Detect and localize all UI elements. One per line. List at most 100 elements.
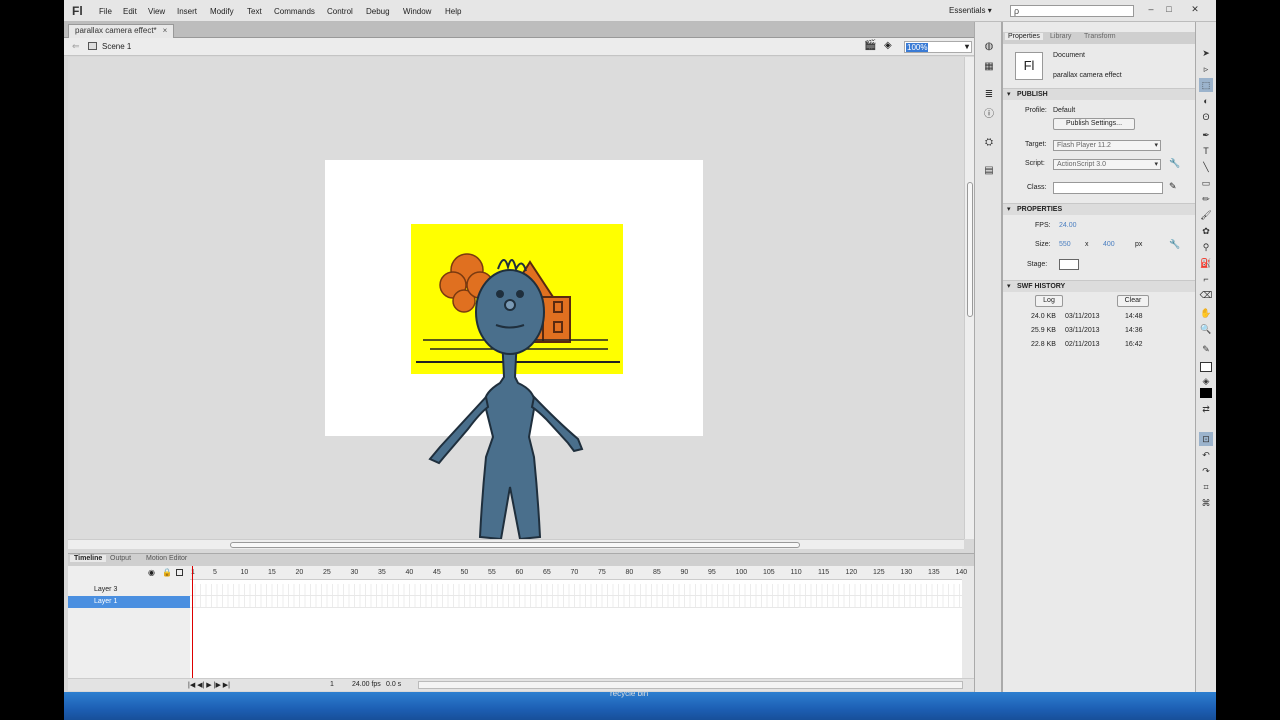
hand-tool-icon[interactable]: ✋ [1199,306,1213,320]
pencil-icon[interactable]: ✎ [1169,181,1177,192]
help-search-input[interactable]: ρ [1010,5,1134,17]
layer-row-3[interactable]: Layer 3 [68,584,190,596]
tab-transform[interactable]: Transform [1081,33,1119,40]
stage-color-swatch[interactable] [1059,259,1079,270]
clear-button[interactable]: Clear [1117,295,1149,307]
class-input[interactable] [1053,182,1163,194]
rectangle-tool-icon[interactable]: ▭ [1199,176,1213,190]
option-icon[interactable]: ⌗ [1199,480,1213,494]
frame-row[interactable] [190,596,962,608]
outline-icon[interactable] [176,569,183,576]
menu-window[interactable]: Window [403,7,431,16]
color-panel-icon[interactable]: ◍ [981,40,997,54]
timeline-scrollbar[interactable] [418,681,963,689]
tab-output[interactable]: Output [106,555,135,562]
tab-motion-editor[interactable]: Motion Editor [142,555,191,562]
menu-commands[interactable]: Commands [274,7,315,16]
zoom-tool-icon[interactable]: 🔍 [1199,322,1213,336]
frame-row[interactable] [190,584,962,596]
selection-tool-icon[interactable]: ➤ [1199,46,1213,60]
horizontal-scroll-thumb[interactable] [230,542,800,548]
layer-row-1[interactable]: Layer 1 [68,596,190,608]
frame-tick: 130 [900,569,913,576]
brush-tool-icon[interactable]: 🖌 [1199,208,1213,222]
menu-control[interactable]: Control [327,7,353,16]
fill-color-icon[interactable]: ◈ [1199,374,1213,388]
wrench-icon[interactable]: 🔧 [1169,158,1180,169]
tab-library[interactable]: Library [1047,33,1074,40]
eye-icon[interactable]: ◉ [148,568,155,577]
zoom-select[interactable]: 100% ▾ [904,41,972,53]
playhead[interactable] [192,566,193,678]
playback-controls[interactable]: |◀ ◀| ▶ |▶ ▶| [188,681,230,689]
menu-edit[interactable]: Edit [123,7,137,16]
menu-view[interactable]: View [148,7,165,16]
text-tool-icon[interactable]: T [1199,144,1213,158]
components-icon[interactable]: ⛭ [981,136,997,150]
width-value[interactable]: 550 [1059,241,1071,248]
3d-rotation-tool-icon[interactable]: ◐ [1199,94,1213,108]
close-window-button[interactable]: ✕ [1188,2,1202,16]
edit-symbols-icon[interactable]: ◈ [884,40,892,51]
stage-pasteboard[interactable] [68,57,964,539]
smooth-icon[interactable]: ↶ [1199,448,1213,462]
stroke-swatch[interactable] [1200,362,1212,372]
deco-tool-icon[interactable]: ✿ [1199,224,1213,238]
menu-file[interactable]: File [99,7,112,16]
eraser-tool-icon[interactable]: ⌫ [1199,288,1213,302]
info-icon[interactable]: ⓘ [981,108,997,122]
fill-swatch[interactable] [1200,388,1212,398]
option-icon[interactable]: ⌘ [1199,496,1213,510]
pencil-tool-icon[interactable]: ✏ [1199,192,1213,206]
bone-tool-icon[interactable]: ⚲ [1199,240,1213,254]
wrench-icon[interactable]: 🔧 [1169,239,1180,250]
fps-value[interactable]: 24.00 [1059,222,1077,229]
publish-settings-button[interactable]: Publish Settings... [1053,118,1135,130]
menu-insert[interactable]: Insert [177,7,197,16]
back-arrow-icon[interactable]: ⇐ [72,41,80,52]
align-icon[interactable]: ≣ [981,88,997,102]
eyedropper-icon[interactable]: ⌐ [1199,272,1213,286]
recycle-bin-label[interactable]: recycle bin [610,689,648,698]
script-label: Script: [1025,160,1045,167]
paint-bucket-icon[interactable]: ⛽ [1199,256,1213,270]
target-select[interactable]: Flash Player 11.2 [1053,140,1161,151]
motion-presets-icon[interactable]: ▤ [981,164,997,178]
timeline-tabs: Timeline Output Motion Editor [68,554,974,566]
publish-section-header[interactable]: PUBLISH [1003,88,1196,101]
stage-vertical-scrollbar[interactable] [964,57,974,539]
pen-tool-icon[interactable]: ✒ [1199,128,1213,142]
swap-colors-icon[interactable]: ⇄ [1199,402,1213,416]
straighten-icon[interactable]: ↷ [1199,464,1213,478]
close-icon[interactable]: × [163,26,168,35]
snap-icon[interactable]: ⊡ [1199,432,1213,446]
height-value[interactable]: 400 [1103,241,1115,248]
log-button[interactable]: Log [1035,295,1063,307]
edit-scene-icon[interactable]: 🎬 [864,40,876,51]
maximize-button[interactable]: □ [1162,2,1176,16]
script-select[interactable]: ActionScript 3.0 [1053,159,1161,170]
menu-modify[interactable]: Modify [210,7,234,16]
stroke-color-icon[interactable]: ✎ [1199,342,1213,356]
free-transform-tool-icon[interactable]: ⬚ [1199,78,1213,92]
menu-help[interactable]: Help [445,7,461,16]
subselection-tool-icon[interactable]: ▹ [1199,62,1213,76]
line-tool-icon[interactable]: ╲ [1199,160,1213,174]
frame-grid[interactable]: 1510152025303540455055606570758085909510… [190,566,967,678]
minimize-button[interactable]: – [1144,2,1158,16]
swf-history-header[interactable]: SWF HISTORY [1003,280,1196,293]
tab-timeline[interactable]: Timeline [70,555,107,562]
vertical-scroll-thumb[interactable] [967,182,973,317]
document-tab[interactable]: parallax camera effect* × [68,24,175,38]
workspace-switcher[interactable]: Essentials ▾ [949,6,992,15]
frame-ruler[interactable]: 1510152025303540455055606570758085909510… [190,566,967,580]
tab-properties[interactable]: Properties [1005,33,1043,40]
stage-horizontal-scrollbar[interactable] [68,539,964,549]
properties-section-header[interactable]: PROPERTIES [1003,203,1196,216]
history-date: 03/11/2013 [1065,313,1100,320]
lock-icon[interactable]: 🔒 [162,568,172,577]
menu-debug[interactable]: Debug [366,7,390,16]
lasso-tool-icon[interactable]: ʘ [1199,110,1213,124]
swatches-icon[interactable]: ▦ [981,60,997,74]
menu-text[interactable]: Text [247,7,262,16]
